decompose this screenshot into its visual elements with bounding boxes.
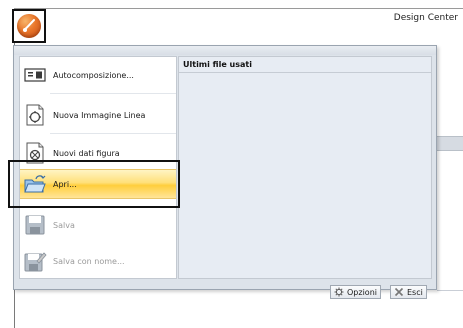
- title-bar: Design Center: [14, 8, 463, 31]
- new-line-image-icon: [26, 104, 44, 126]
- menu-item-label: Salva: [53, 220, 75, 230]
- menu-item-label: Salva con nome...: [53, 256, 125, 266]
- menu-item-label: Apri...: [53, 179, 77, 189]
- menu-item-label: Autocomposizione...: [53, 70, 134, 80]
- menu-header-band: [14, 46, 436, 55]
- new-figure-data-icon: [26, 142, 44, 164]
- gear-icon: [334, 287, 344, 297]
- background-ribbon-strip: [437, 136, 463, 151]
- menu-item-salva[interactable]: Salva: [20, 213, 176, 237]
- recent-files-panel: Ultimi file usati: [178, 56, 432, 279]
- menu-item-nuova-immagine-linea[interactable]: Nuova Immagine Linea: [20, 103, 176, 127]
- window-title: Design Center: [393, 13, 458, 23]
- menu-separator: [50, 93, 176, 94]
- menu-item-autocomposizione[interactable]: Autocomposizione...: [20, 63, 176, 87]
- menu-item-label: Nuova Immagine Linea: [53, 110, 146, 120]
- save-icon: [25, 215, 45, 235]
- exit-button[interactable]: Esci: [390, 285, 427, 299]
- application-menu: Autocomposizione... Nuova Immagine Linea…: [13, 45, 437, 299]
- app-logo-icon: [17, 14, 41, 38]
- menu-item-apri[interactable]: Apri...: [20, 169, 176, 199]
- menu-item-label: Nuovi dati figura: [53, 148, 120, 158]
- options-label: Opzioni: [347, 287, 377, 297]
- autocompose-icon: [24, 68, 46, 82]
- menu-item-salva-con-nome[interactable]: Salva con nome...: [20, 249, 176, 273]
- background-divider: [437, 290, 463, 291]
- open-folder-icon: [24, 175, 46, 193]
- menu-separator: [50, 133, 176, 134]
- command-list: Autocomposizione... Nuova Immagine Linea…: [19, 56, 177, 279]
- save-as-icon: [24, 252, 47, 272]
- exit-icon: [394, 287, 404, 297]
- exit-label: Esci: [407, 287, 423, 297]
- application-button[interactable]: [12, 9, 46, 43]
- options-button[interactable]: Opzioni: [330, 285, 381, 299]
- menu-item-nuovi-dati-figura[interactable]: Nuovi dati figura: [20, 141, 176, 165]
- recent-files-title: Ultimi file usati: [179, 57, 431, 73]
